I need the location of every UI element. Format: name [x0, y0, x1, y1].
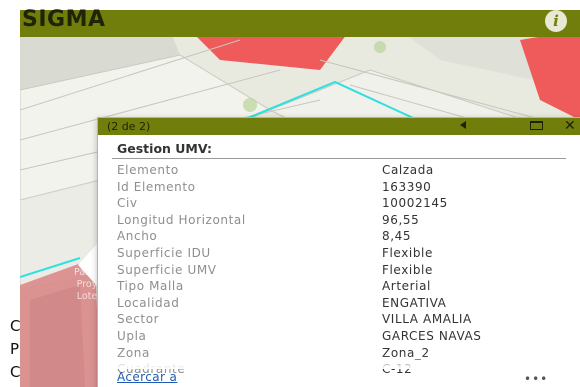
- attribute-row: Upla GARCES NAVAS: [117, 328, 557, 345]
- attribute-list: Elemento Calzada Id Elemento 163390 Civ 100…: [117, 162, 557, 378]
- attribute-value: 96,55: [382, 212, 420, 227]
- attribute-row: Id Elemento 163390: [117, 179, 557, 196]
- attribute-value: ENGATIVA: [382, 295, 447, 310]
- side-text: P: [10, 340, 20, 358]
- attribute-value: Arterial: [382, 279, 431, 294]
- attribute-row: Civ 10002145: [117, 195, 557, 212]
- popup-footer-fade: [98, 355, 580, 369]
- side-text: C: [10, 317, 21, 335]
- attribute-value: Flexible: [382, 262, 433, 277]
- popup-divider: [112, 158, 566, 159]
- close-icon[interactable]: ✕: [564, 118, 576, 134]
- attribute-value: 163390: [382, 179, 432, 194]
- popup-pointer: [78, 243, 98, 287]
- attribute-value: GARCES NAVAS: [382, 328, 482, 343]
- popup-count: (2 de 2): [107, 120, 151, 133]
- attribute-value: Flexible: [382, 245, 433, 260]
- popup-title: Gestion UMV:: [117, 141, 212, 156]
- attribute-row: Longitud Horizontal 96,55: [117, 212, 557, 229]
- side-text: C: [10, 363, 21, 381]
- attribute-row: Sector VILLA AMALIA: [117, 311, 557, 328]
- attribute-value: Calzada: [382, 163, 434, 177]
- attribute-row: Superficie UMV Flexible: [117, 262, 557, 279]
- attribute-row: Elemento Calzada: [117, 162, 557, 179]
- attribute-value: 8,45: [382, 229, 412, 244]
- attribute-key: Tipo Malla: [117, 279, 184, 294]
- previous-arrow-icon[interactable]: [460, 121, 466, 129]
- popup-header: (2 de 2) ✕: [98, 118, 580, 135]
- attribute-key: Sector: [117, 312, 160, 327]
- attribute-key: Superficie IDU: [117, 245, 211, 260]
- attribute-row: Localidad ENGATIVA: [117, 295, 557, 312]
- attribute-key: Superficie UMV: [117, 262, 217, 277]
- info-popup: (2 de 2) ✕ Gestion UMV: Elemento Calzada …: [97, 117, 580, 387]
- attribute-key: Civ: [117, 196, 138, 211]
- more-options-icon[interactable]: •••: [524, 372, 548, 386]
- zoom-to-link[interactable]: Acercar a: [117, 370, 177, 384]
- attribute-key: Localidad: [117, 295, 180, 310]
- attribute-key: Longitud Horizontal: [117, 212, 246, 227]
- attribute-key: Id Elemento: [117, 179, 196, 194]
- attribute-row: Superficie IDU Flexible: [117, 245, 557, 262]
- attribute-row: Tipo Malla Arterial: [117, 278, 557, 295]
- attribute-value: VILLA AMALIA: [382, 312, 472, 327]
- maximize-icon[interactable]: [530, 121, 543, 130]
- attribute-key: Elemento: [117, 163, 179, 177]
- attribute-key: Ancho: [117, 229, 158, 244]
- attribute-key: Upla: [117, 328, 147, 343]
- attribute-row: Ancho 8,45: [117, 228, 557, 245]
- info-icon[interactable]: i: [545, 10, 567, 32]
- app-title: SIGMA: [22, 7, 106, 32]
- attribute-value: 10002145: [382, 196, 448, 211]
